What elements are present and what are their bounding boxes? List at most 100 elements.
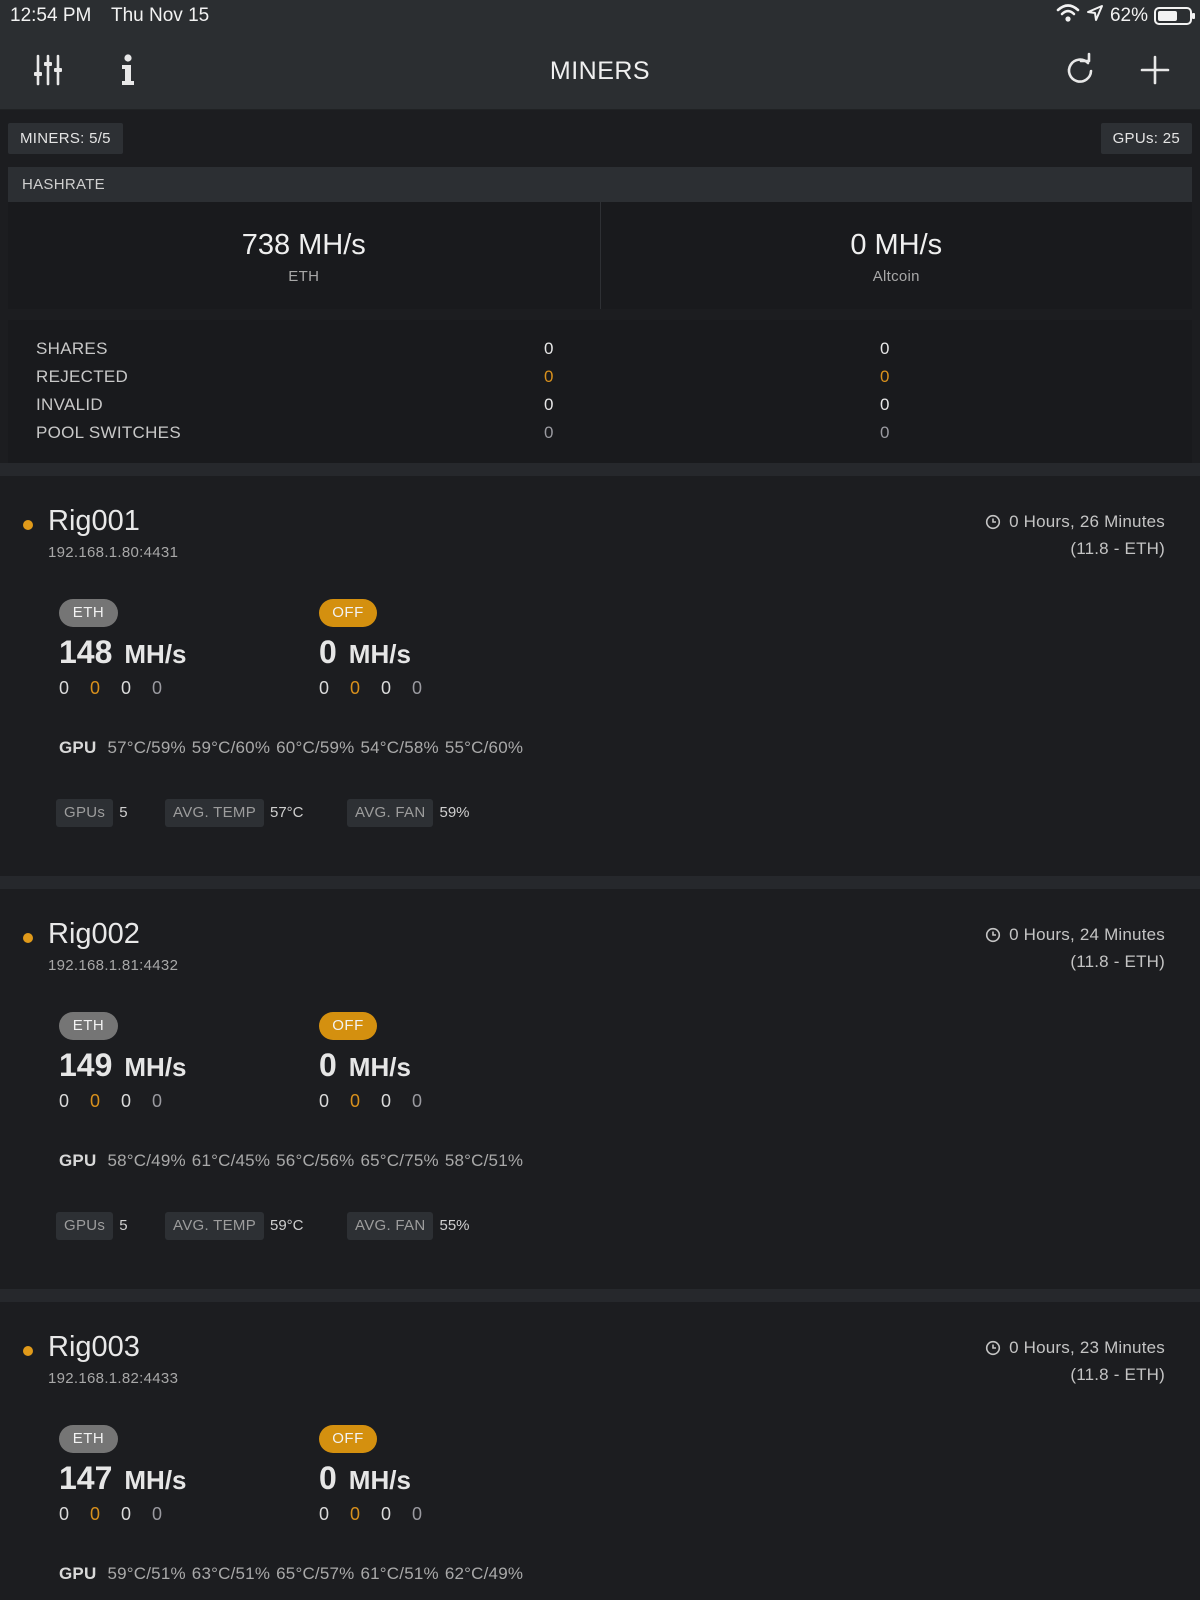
- avg-temp-value: 57°C: [270, 804, 304, 821]
- status-indicators: 62%: [1056, 4, 1195, 28]
- eth-hashrate: 147 MH/s: [59, 1460, 187, 1497]
- avg-temp-tag: AVG. TEMP: [165, 799, 264, 827]
- rig-card[interactable]: Rig003 192.168.1.82:4433 0 Hours, 23 Min…: [0, 1302, 1200, 1600]
- gpu-readings: GPU 59°C/51% 63°C/51% 65°C/57% 61°C/51% 62°C/…: [59, 1564, 529, 1584]
- count-shares: 0: [319, 1504, 330, 1524]
- gpu-reading: 56°C/56%: [276, 1151, 355, 1170]
- refresh-button[interactable]: [1058, 48, 1102, 92]
- alt-share-counts: 0000: [319, 1091, 443, 1112]
- gpu-reading: 55°C/60%: [444, 738, 524, 757]
- stat-value-primary: 0: [544, 395, 554, 414]
- rig-status-dot: [23, 520, 33, 530]
- battery-icon: [1154, 7, 1195, 25]
- stat-row-shares: SHARES 0 0: [36, 339, 1176, 363]
- coin-badge-eth: ETH: [59, 1012, 118, 1040]
- hashrate-secondary-coin: Altcoin: [872, 268, 920, 285]
- count-invalid: 0: [121, 1091, 132, 1111]
- section-divider: [0, 876, 1200, 889]
- gpus-value: 5: [119, 804, 128, 821]
- gpus-count-chip: GPUs: 25: [1100, 123, 1192, 154]
- alt-share-counts: 0000: [319, 1504, 443, 1525]
- eth-share-counts: 0000: [59, 1091, 183, 1112]
- count-rejected: 0: [90, 1504, 101, 1524]
- count-shares: 0: [59, 1504, 70, 1524]
- shares-stats-panel: SHARES 0 0 REJECTED 0 0 INVALID 0 0 POOL…: [8, 320, 1192, 463]
- rig-uptime: 0 Hours, 24 Minutes: [985, 925, 1165, 945]
- status-time: 12:54 PM: [10, 5, 92, 26]
- rig-status-dot: [23, 933, 33, 943]
- plus-icon: [1140, 55, 1170, 85]
- rig-address: 192.168.1.80:4431: [48, 544, 179, 561]
- gpu-label: GPU: [59, 738, 97, 757]
- alt-hashrate: 0 MH/s: [319, 1047, 411, 1084]
- location-arrow-icon: [1086, 4, 1104, 28]
- count-shares: 0: [59, 678, 70, 698]
- count-rejected: 0: [90, 1091, 101, 1111]
- gpu-reading: 65°C/57%: [276, 1564, 355, 1583]
- count-rejected: 0: [350, 1091, 361, 1111]
- stat-label: POOL SWITCHES: [36, 423, 181, 442]
- hashrate-primary: 738 MH/s ETH: [8, 202, 600, 309]
- alt-hashrate-value: 0: [319, 634, 337, 670]
- eth-hashrate-value: 147: [59, 1460, 113, 1496]
- coin-badge-eth: ETH: [59, 1425, 118, 1453]
- rig-name: Rig001: [48, 505, 140, 537]
- coin-badge-off: OFF: [319, 1012, 377, 1040]
- stat-value-secondary: 0: [880, 395, 890, 414]
- nav-bar: MINERS: [0, 30, 1200, 110]
- count-rejected: 0: [350, 1504, 361, 1524]
- gpu-label: GPU: [59, 1151, 97, 1170]
- rig-avg-fan: AVG. FAN 59%: [347, 799, 470, 827]
- coin-badge-eth: ETH: [59, 599, 118, 627]
- hashrate-header: HASHRATE: [8, 167, 1192, 202]
- stat-value-secondary: 0: [880, 339, 890, 358]
- gpus-tag: GPUs: [56, 1212, 114, 1240]
- rig-card[interactable]: Rig001 192.168.1.80:4431 0 Hours, 26 Min…: [0, 476, 1200, 876]
- avg-fan-tag: AVG. FAN: [347, 799, 434, 827]
- stat-row-rejected: REJECTED 0 0: [36, 367, 1176, 391]
- count-shares: 0: [319, 678, 330, 698]
- alt-hashrate-unit: MH/s: [348, 1465, 411, 1495]
- count-pool-switches: 0: [152, 1504, 163, 1524]
- stat-row-pool-switches: POOL SWITCHES 0 0: [36, 423, 1176, 447]
- gpu-reading: 60°C/59%: [276, 738, 355, 757]
- gpu-reading: 59°C/60%: [191, 738, 271, 757]
- eth-hashrate: 148 MH/s: [59, 634, 187, 671]
- rig-gpus-count: GPUs 5: [56, 799, 128, 827]
- gpu-reading: 58°C/49%: [107, 1151, 186, 1170]
- rig-avg-temp: AVG. TEMP 57°C: [165, 799, 304, 827]
- battery-percent: 62%: [1109, 5, 1148, 26]
- gpu-reading: 54°C/58%: [360, 738, 439, 757]
- rig-uptime-text: 0 Hours, 23 Minutes: [1009, 1338, 1165, 1357]
- eth-hashrate-value: 148: [59, 634, 113, 670]
- rig-avg-fan: AVG. FAN 55%: [347, 1212, 470, 1240]
- count-pool-switches: 0: [412, 1504, 423, 1524]
- hashrate-secondary: 0 MH/s Altcoin: [599, 202, 1193, 309]
- gpu-readings: GPU 58°C/49% 61°C/45% 56°C/56% 65°C/75% 58°C/…: [59, 1151, 529, 1171]
- stat-value-primary: 0: [544, 423, 554, 442]
- alt-hashrate: 0 MH/s: [319, 1460, 411, 1497]
- rig-uptime-text: 0 Hours, 24 Minutes: [1009, 925, 1165, 944]
- battery-fill: [1158, 11, 1177, 21]
- alt-hashrate-value: 0: [319, 1460, 337, 1496]
- gpu-reading: 62°C/49%: [444, 1564, 524, 1583]
- stat-label: SHARES: [36, 339, 108, 358]
- section-divider: [0, 1289, 1200, 1302]
- add-miner-button[interactable]: [1133, 48, 1177, 92]
- stat-label: REJECTED: [36, 367, 129, 386]
- alt-hashrate-unit: MH/s: [348, 639, 411, 669]
- rig-card[interactable]: Rig002 192.168.1.81:4432 0 Hours, 24 Min…: [0, 889, 1200, 1289]
- count-pool-switches: 0: [152, 1091, 163, 1111]
- alt-hashrate-unit: MH/s: [348, 1052, 411, 1082]
- gpus-value: 5: [119, 1217, 128, 1234]
- hashrate-secondary-value: 0 MH/s: [850, 229, 943, 261]
- eth-hashrate-unit: MH/s: [124, 1052, 187, 1082]
- count-shares: 0: [59, 1091, 70, 1111]
- section-divider: [0, 463, 1200, 476]
- alt-hashrate-value: 0: [319, 1047, 337, 1083]
- hashrate-panel: 738 MH/s ETH 0 MH/s Altcoin: [8, 202, 1192, 309]
- refresh-icon: [1067, 52, 1093, 83]
- eth-share-counts: 0000: [59, 678, 183, 699]
- eth-hashrate-value: 149: [59, 1047, 113, 1083]
- gpu-reading: 59°C/51%: [107, 1564, 186, 1583]
